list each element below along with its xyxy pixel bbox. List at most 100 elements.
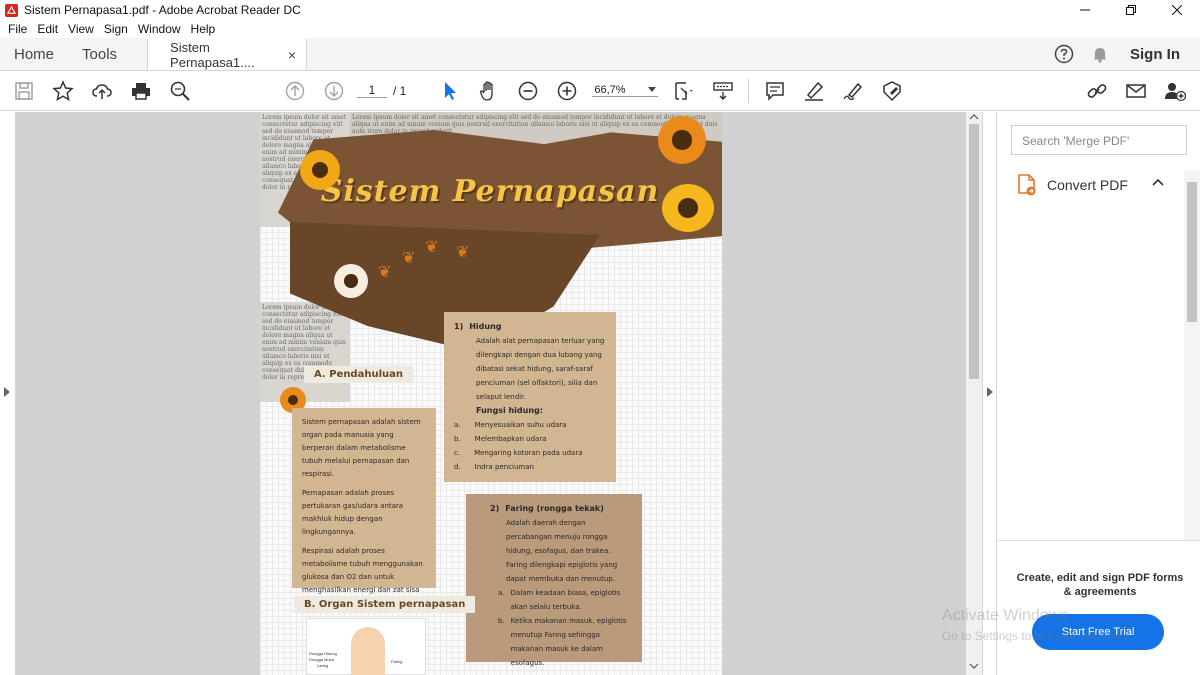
sign-button[interactable]: [833, 71, 872, 111]
document-canvas[interactable]: Lorem ipsum dolor sit amet consectetur a…: [16, 112, 966, 675]
window-title: Sistem Pernapasa1.pdf - Adobe Acrobat Re…: [24, 3, 301, 17]
diagram-label: Faring: [391, 659, 403, 664]
diagram-label: Laring: [317, 663, 329, 668]
previous-page-button[interactable]: [275, 71, 314, 111]
scrollbar-thumb[interactable]: [1187, 182, 1197, 322]
list-marker: b.: [498, 617, 505, 625]
notifications-button[interactable]: [1082, 45, 1118, 63]
tool-search-input[interactable]: Search 'Merge PDF': [1011, 125, 1187, 155]
add-user-button[interactable]: [1155, 71, 1194, 111]
zoom-level-dropdown[interactable]: 66,7%: [592, 84, 659, 97]
convert-pdf-icon: [1018, 174, 1036, 196]
hand-icon: [479, 80, 493, 101]
tab-home[interactable]: Home: [0, 38, 69, 70]
page-number-input[interactable]: 1: [357, 83, 387, 98]
zoom-out-button[interactable]: [508, 71, 547, 111]
help-icon: [1054, 44, 1074, 64]
diagram-label: Rongga Mulut: [309, 657, 334, 662]
comment-button[interactable]: [755, 71, 794, 111]
left-panel-collapsed: [0, 112, 16, 675]
menu-window[interactable]: Window: [133, 22, 186, 36]
list-text: Melembapkan udara: [474, 435, 547, 443]
select-tool-button[interactable]: [430, 71, 469, 111]
toolbar-separator: [748, 78, 750, 103]
tab-tools[interactable]: Tools: [68, 38, 148, 70]
sign-in-button[interactable]: Sign In: [1118, 46, 1200, 63]
scroll-mode-button[interactable]: [703, 71, 742, 111]
minimize-icon: [1080, 9, 1090, 11]
expand-left-panel-icon[interactable]: [4, 387, 10, 397]
minimize-button[interactable]: [1062, 0, 1108, 20]
close-icon: [1172, 5, 1182, 15]
diagram-label: Rongga Hidung: [309, 651, 337, 656]
tools-panel-scrollbar[interactable]: [1184, 170, 1200, 540]
butterfly-icon: ❦: [402, 250, 416, 267]
promo-text: Create, edit and sign PDF forms & agreem…: [1016, 572, 1184, 598]
highlight-button[interactable]: [794, 71, 833, 111]
save-icon: [14, 81, 33, 100]
tab-bar-right: Sign In: [1046, 38, 1200, 70]
hidung-fungsi-title: Fungsi hidung:: [476, 406, 543, 415]
save-button[interactable]: [4, 71, 43, 111]
tab-bar-spacer: [307, 38, 1046, 70]
intro-paragraph: Sistem pernapasan adalah sistem organ pa…: [302, 418, 421, 478]
pdf-title: Sistem Pernapasan: [320, 174, 660, 209]
intro-note: Sistem pernapasan adalah sistem organ pa…: [292, 408, 436, 607]
collapse-right-panel-icon[interactable]: [987, 387, 993, 397]
chevron-up-icon[interactable]: [1152, 178, 1164, 186]
cloud-upload-icon: [91, 83, 112, 99]
tab-close-icon[interactable]: ×: [288, 47, 296, 63]
list-marker: a.: [498, 589, 505, 597]
menu-sign[interactable]: Sign: [99, 22, 133, 36]
butterfly-icon: ❦: [456, 244, 470, 261]
acrobat-app-icon: [5, 3, 18, 17]
close-window-button[interactable]: [1154, 0, 1200, 20]
menu-edit[interactable]: Edit: [32, 22, 63, 36]
page-fit-button[interactable]: [664, 71, 703, 111]
zoom-in-button[interactable]: [547, 71, 586, 111]
arrow-down-circle-icon: [324, 81, 343, 100]
hidung-description: Adalah alat pernapasan terluar yang dile…: [476, 337, 605, 401]
edit-pdf-button[interactable]: [872, 71, 911, 111]
tag-edit-icon: [883, 80, 901, 101]
help-button[interactable]: [1046, 44, 1082, 64]
convert-pdf-tool[interactable]: Convert PDF: [1017, 174, 1128, 196]
list-marker: c.: [454, 449, 461, 457]
page-total: / 1: [393, 83, 407, 98]
scroll-up-icon[interactable]: [969, 114, 979, 120]
butterfly-icon: ❦: [378, 264, 392, 281]
sunflower-decoration: [662, 184, 714, 232]
find-button[interactable]: [160, 71, 199, 111]
head-illustration: [351, 627, 385, 675]
chevron-down-icon: [648, 87, 657, 92]
list-marker: d.: [454, 463, 461, 471]
menu-bar: File Edit View Sign Window Help: [0, 20, 1200, 38]
email-button[interactable]: [1116, 71, 1155, 111]
hidung-title: Hidung: [469, 322, 502, 331]
printer-icon: [131, 82, 150, 100]
menu-view[interactable]: View: [63, 22, 99, 36]
scroll-down-icon[interactable]: [969, 663, 979, 669]
upload-button[interactable]: [82, 71, 121, 111]
list-marker: a.: [454, 421, 461, 429]
tab-document[interactable]: Sistem Pernapasa1.... ×: [147, 38, 308, 70]
print-button[interactable]: [121, 71, 160, 111]
list-text: Dalam keadaan biasa, epiglotis akan sela…: [510, 589, 621, 611]
restore-icon: [1126, 5, 1136, 15]
menu-help[interactable]: Help: [186, 22, 221, 36]
next-page-button[interactable]: [314, 71, 353, 111]
share-link-button[interactable]: [1077, 71, 1116, 111]
hand-tool-button[interactable]: [469, 71, 508, 111]
list-item: c. Mengaring kotoran pada udara: [454, 446, 606, 460]
restore-button[interactable]: [1108, 0, 1154, 20]
comment-icon: [766, 81, 784, 101]
right-tools-panel: Search 'Merge PDF' Convert PDF Create, e…: [997, 112, 1200, 675]
page-navigator: 1 / 1: [357, 83, 406, 98]
scrollbar-thumb[interactable]: [969, 124, 979, 379]
document-scrollbar[interactable]: [966, 112, 982, 675]
respiratory-diagram: Rongga Hidung Rongga Mulut Laring Faring: [306, 618, 426, 675]
bookmark-button[interactable]: [43, 71, 82, 111]
faring-description: Adalah daerah dengan percabangan menuju …: [506, 519, 618, 583]
hidung-card: 1) Hidung Adalah alat pernapasan terluar…: [444, 312, 616, 482]
menu-file[interactable]: File: [3, 22, 32, 36]
